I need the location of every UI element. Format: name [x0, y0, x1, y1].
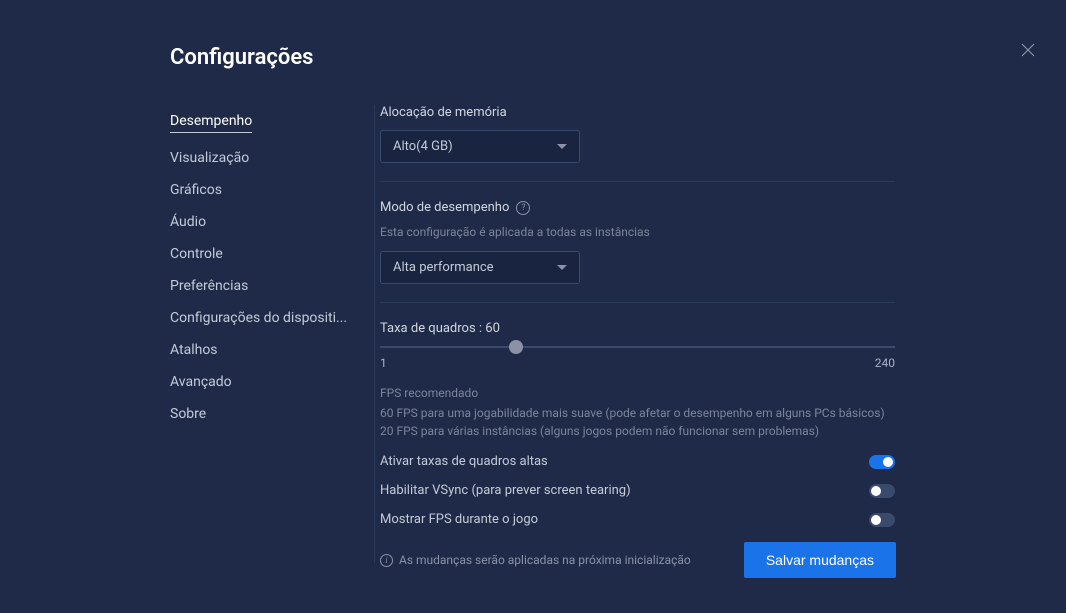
caret-down-icon — [557, 144, 567, 149]
toggle-row-show-fps: Mostrar FPS durante o jogo — [380, 512, 895, 527]
footer: i As mudanças serão aplicadas na próxima… — [380, 542, 896, 578]
performance-mode-label-text: Modo de desempenho — [380, 200, 509, 215]
info-icon: i — [380, 554, 393, 567]
sidebar-item-visualizacao[interactable]: Visualização — [170, 142, 356, 174]
show-fps-toggle[interactable] — [869, 513, 895, 527]
toggle-knob — [871, 515, 881, 525]
performance-mode-value: Alta performance — [393, 260, 494, 275]
fps-info-title: FPS recomendado — [380, 384, 895, 402]
framerate-section: Taxa de quadros : 60 1 240 FPS recomenda… — [380, 321, 895, 545]
close-icon — [1020, 42, 1036, 58]
content-panel: Alocação de memória Alto(4 GB) Modo de d… — [375, 105, 895, 563]
sidebar-item-sobre[interactable]: Sobre — [170, 398, 356, 430]
toggle-knob — [883, 457, 893, 467]
footer-notice: i As mudanças serão aplicadas na próxima… — [380, 553, 691, 567]
framerate-label: Taxa de quadros : 60 — [380, 321, 895, 336]
sidebar-item-preferencias[interactable]: Preferências — [170, 270, 356, 302]
sidebar-item-controle[interactable]: Controle — [170, 238, 356, 270]
sidebar-item-graficos[interactable]: Gráficos — [170, 174, 356, 206]
sidebar-item-desempenho[interactable]: Desempenho — [170, 105, 252, 133]
slider-thumb[interactable] — [509, 340, 523, 354]
slider-min: 1 — [380, 356, 387, 370]
close-button[interactable] — [1020, 42, 1036, 58]
performance-mode-dropdown[interactable]: Alta performance — [380, 251, 580, 284]
caret-down-icon — [557, 265, 567, 270]
performance-mode-sublabel: Esta configuração é aplicada a todas as … — [380, 225, 895, 239]
toggle-knob — [871, 486, 881, 496]
footer-notice-text: As mudanças serão aplicadas na próxima i… — [399, 553, 691, 567]
sidebar-item-audio[interactable]: Áudio — [170, 206, 356, 238]
fps-info-text: 60 FPS para uma jogabilidade mais suave … — [380, 404, 895, 440]
performance-mode-label: Modo de desempenho ? — [380, 200, 895, 215]
high-fps-label: Ativar taxas de quadros altas — [380, 454, 548, 469]
show-fps-label: Mostrar FPS durante o jogo — [380, 512, 538, 527]
high-fps-toggle[interactable] — [869, 455, 895, 469]
save-button[interactable]: Salvar mudanças — [744, 542, 896, 578]
slider-max: 240 — [875, 356, 895, 370]
performance-mode-section: Modo de desempenho ? Esta configuração é… — [380, 200, 895, 303]
vsync-toggle[interactable] — [869, 484, 895, 498]
toggle-row-high-fps: Ativar taxas de quadros altas — [380, 454, 895, 469]
sidebar: Desempenho Visualização Gráficos Áudio C… — [170, 105, 375, 563]
vsync-label: Habilitar VSync (para prever screen tear… — [380, 483, 631, 498]
help-icon[interactable]: ? — [516, 201, 530, 215]
sidebar-item-atalhos[interactable]: Atalhos — [170, 334, 356, 366]
memory-dropdown[interactable]: Alto(4 GB) — [380, 130, 580, 163]
slider-labels: 1 240 — [380, 356, 895, 370]
sidebar-item-avancado[interactable]: Avançado — [170, 366, 356, 398]
fps-info: FPS recomendado 60 FPS para uma jogabili… — [380, 384, 895, 440]
memory-section: Alocação de memória Alto(4 GB) — [380, 105, 895, 182]
framerate-slider[interactable]: 1 240 — [380, 346, 895, 370]
page-title: Configurações — [170, 45, 1066, 70]
memory-value: Alto(4 GB) — [393, 139, 453, 154]
memory-label: Alocação de memória — [380, 105, 895, 120]
sidebar-item-dispositivo[interactable]: Configurações do dispositi... — [170, 302, 356, 334]
slider-track — [380, 346, 895, 348]
toggle-row-vsync: Habilitar VSync (para prever screen tear… — [380, 483, 895, 498]
